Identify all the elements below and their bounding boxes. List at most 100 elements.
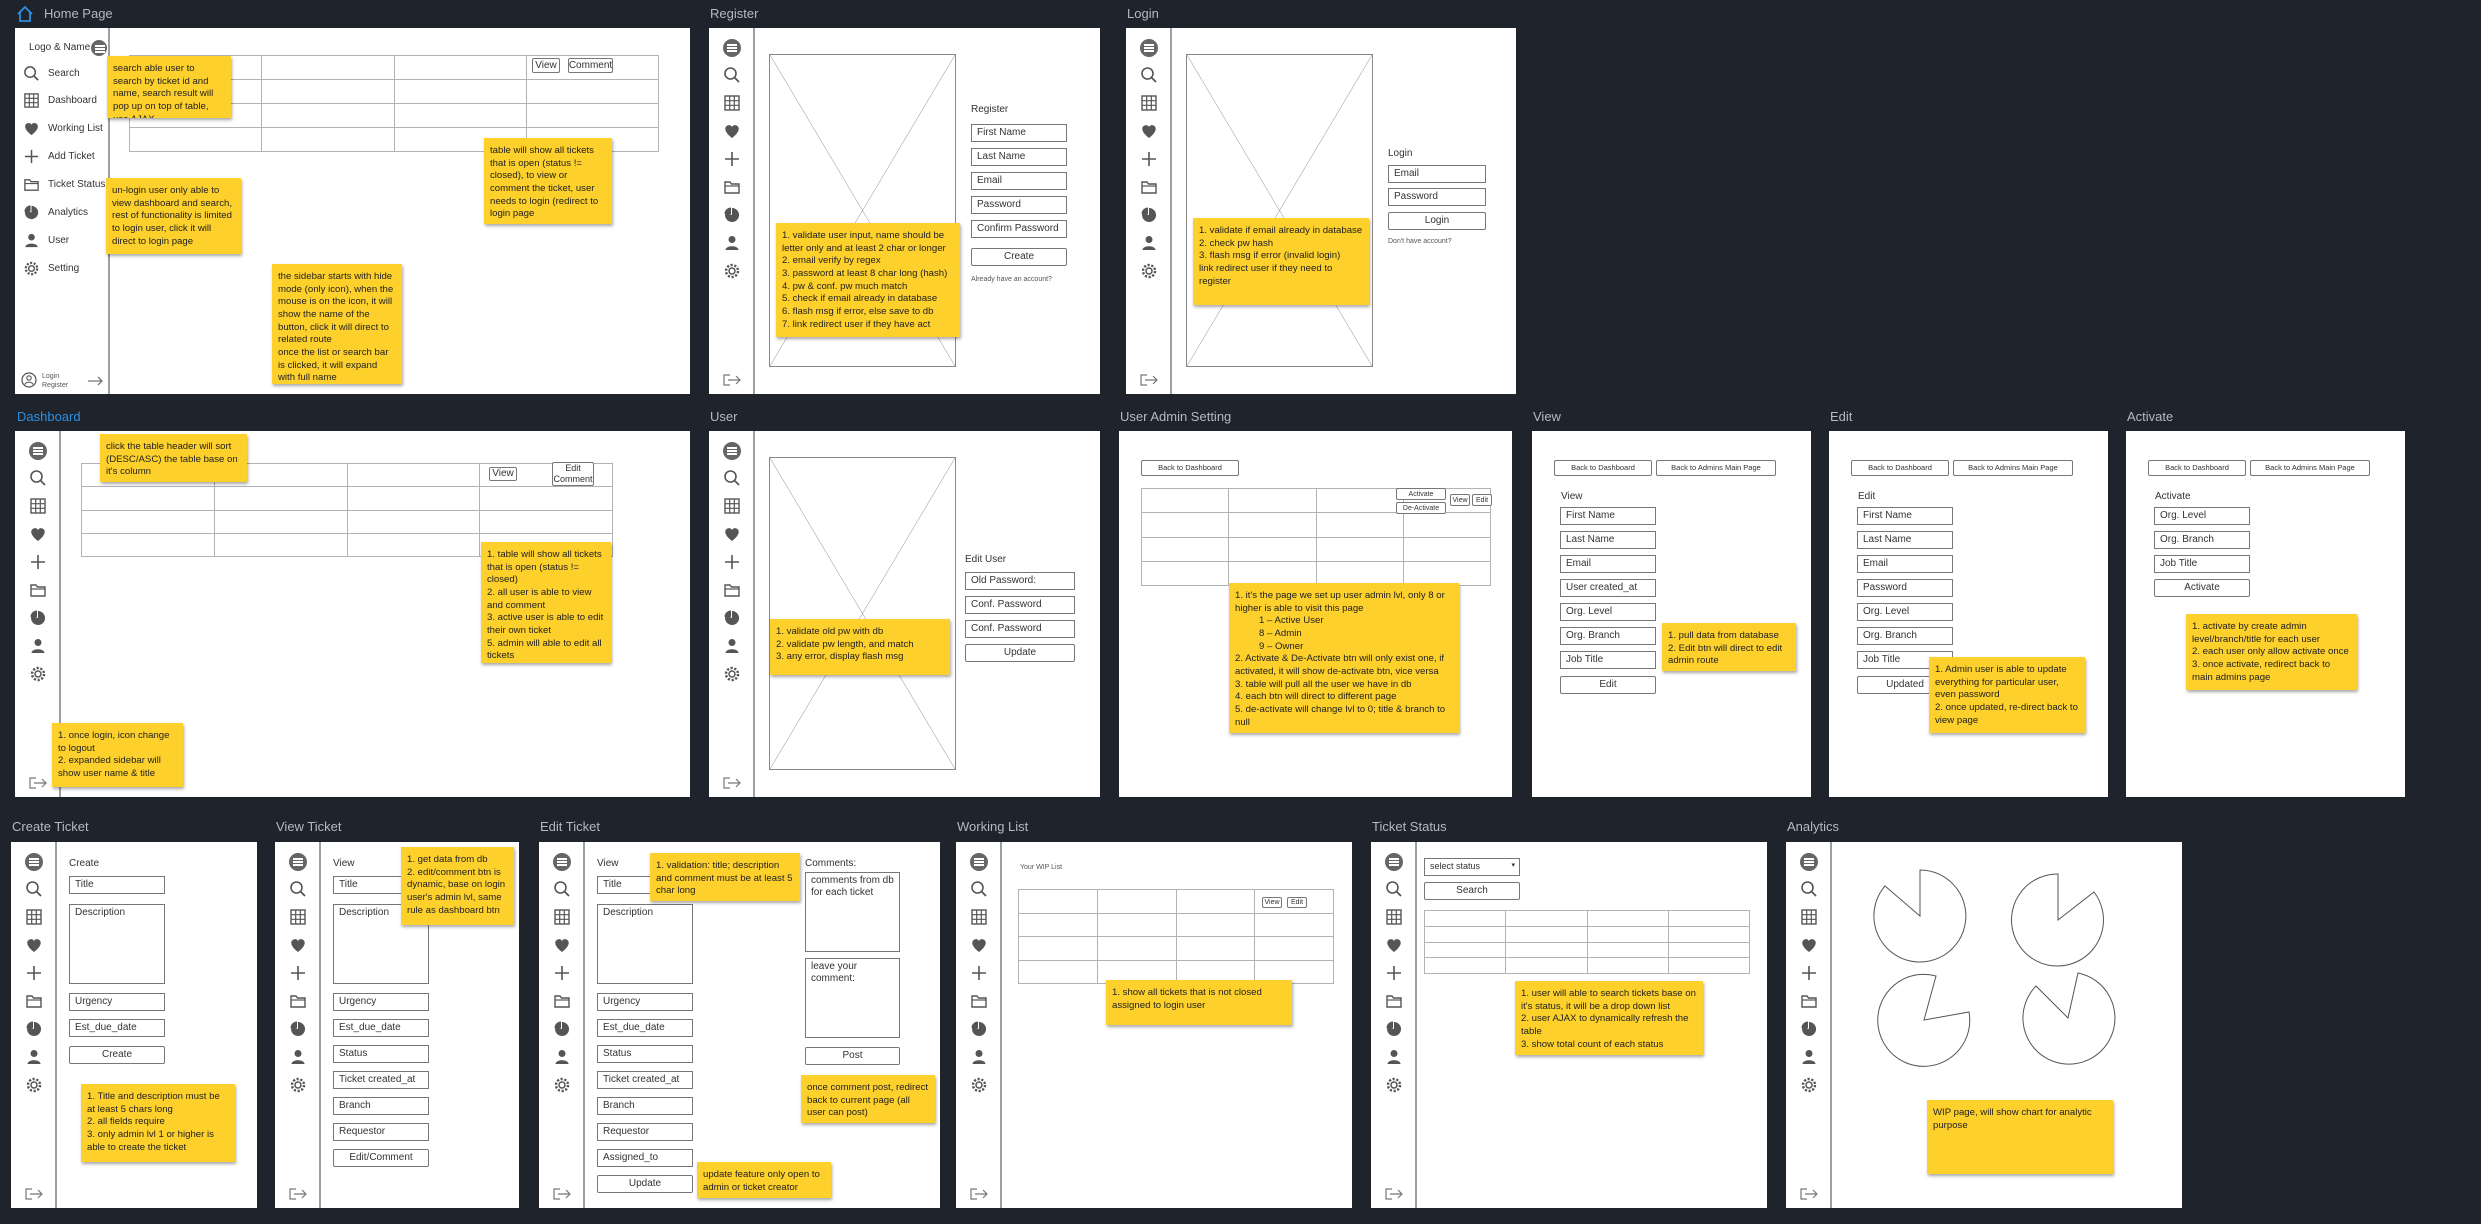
create-button[interactable]: Create — [69, 1046, 165, 1064]
update-button[interactable]: Update — [965, 644, 1075, 662]
menu-icon[interactable] — [25, 853, 43, 871]
login-user-icon[interactable] — [21, 372, 37, 388]
org-branch-field[interactable]: Org. Branch — [2154, 531, 2250, 549]
edit-comment-button[interactable]: Edit/Comment — [333, 1149, 429, 1167]
description-field[interactable]: Description — [69, 904, 165, 984]
search-icon[interactable] — [1140, 66, 1158, 84]
gear-icon[interactable] — [723, 262, 741, 280]
view-button[interactable]: View — [1262, 897, 1282, 908]
heart-icon[interactable] — [1385, 936, 1403, 954]
urgency-field[interactable]: Urgency — [69, 993, 165, 1011]
grid-icon[interactable] — [723, 94, 741, 112]
user-icon[interactable] — [1800, 1048, 1818, 1066]
search-icon[interactable] — [1385, 880, 1403, 898]
conf-password-field[interactable]: Conf. Password — [965, 596, 1075, 614]
pie-icon[interactable] — [1800, 1020, 1818, 1038]
grid-icon[interactable] — [29, 497, 47, 515]
folder-icon[interactable] — [1800, 992, 1818, 1010]
sidebar-item-analytics[interactable]: Analytics — [23, 204, 88, 221]
grid-icon[interactable] — [289, 908, 307, 926]
user-icon[interactable] — [1140, 234, 1158, 252]
password-field[interactable]: Password — [971, 196, 1067, 214]
plus-icon[interactable] — [723, 150, 741, 168]
sidebar-item-user[interactable]: User — [23, 232, 69, 249]
org-branch-field[interactable]: Org. Branch — [1857, 627, 1953, 645]
pie-icon[interactable] — [723, 206, 741, 224]
sidebar-item-setting[interactable]: Setting — [23, 260, 79, 277]
heart-icon[interactable] — [25, 936, 43, 954]
org-level-field[interactable]: Org. Level — [1857, 603, 1953, 621]
login-link[interactable]: Login — [42, 373, 59, 380]
plus-icon[interactable] — [1140, 150, 1158, 168]
pie-icon[interactable] — [25, 1020, 43, 1038]
folder-icon[interactable] — [29, 581, 47, 599]
menu-icon[interactable] — [723, 442, 741, 460]
search-button[interactable]: Search — [1424, 882, 1520, 900]
title-field[interactable]: Title — [69, 876, 165, 894]
email-field[interactable]: Email — [1388, 165, 1486, 183]
first-name-field[interactable]: First Name — [971, 124, 1067, 142]
heart-icon[interactable] — [29, 525, 47, 543]
email-field[interactable]: Email — [1857, 555, 1953, 573]
user-icon[interactable] — [29, 637, 47, 655]
logout-icon[interactable] — [1384, 1186, 1404, 1202]
user-icon[interactable] — [723, 637, 741, 655]
deactivate-button[interactable]: De-Activate — [1396, 502, 1446, 514]
register-link[interactable]: Register — [42, 382, 68, 389]
edit-button[interactable]: Edit — [1472, 494, 1492, 506]
org-level-field[interactable]: Org. Level — [2154, 507, 2250, 525]
logout-icon[interactable] — [1139, 372, 1159, 388]
plus-icon[interactable] — [1385, 964, 1403, 982]
user-icon[interactable] — [553, 1048, 571, 1066]
folder-icon[interactable] — [1385, 992, 1403, 1010]
leave-comment-field[interactable]: leave your comment: — [805, 958, 900, 1038]
search-icon[interactable] — [25, 880, 43, 898]
pie-icon[interactable] — [970, 1020, 988, 1038]
back-to-admins-button[interactable]: Back to Admins Main Page — [1656, 460, 1776, 476]
register-redirect-link[interactable]: Don't have account? — [1388, 238, 1452, 245]
user-icon[interactable] — [289, 1048, 307, 1066]
created-at-field[interactable]: Ticket created_at — [597, 1071, 693, 1089]
heart-icon[interactable] — [723, 525, 741, 543]
logout-icon[interactable] — [722, 775, 742, 791]
conf-password-field-2[interactable]: Conf. Password — [965, 620, 1075, 638]
folder-icon[interactable] — [1140, 178, 1158, 196]
plus-icon[interactable] — [29, 553, 47, 571]
menu-icon[interactable] — [1140, 39, 1158, 57]
folder-icon[interactable] — [970, 992, 988, 1010]
job-title-field[interactable]: Job Title — [2154, 555, 2250, 573]
heart-icon[interactable] — [1140, 122, 1158, 140]
logout-icon[interactable] — [28, 775, 48, 791]
due-date-field[interactable]: Est_due_date — [597, 1019, 693, 1037]
logout-icon[interactable] — [722, 372, 742, 388]
activate-button[interactable]: Activate — [1396, 488, 1446, 500]
comment-button[interactable]: Comment — [568, 58, 613, 73]
heart-icon[interactable] — [970, 936, 988, 954]
pie-icon[interactable] — [1140, 206, 1158, 224]
grid-icon[interactable] — [970, 908, 988, 926]
search-icon[interactable] — [29, 469, 47, 487]
plus-icon[interactable] — [723, 553, 741, 571]
menu-icon[interactable] — [91, 40, 107, 56]
plus-icon[interactable] — [1800, 964, 1818, 982]
folder-icon[interactable] — [553, 992, 571, 1010]
menu-icon[interactable] — [970, 853, 988, 871]
branch-field[interactable]: Branch — [597, 1097, 693, 1115]
login-arrow-icon[interactable] — [87, 374, 105, 388]
old-password-field[interactable]: Old Password: — [965, 572, 1075, 590]
grid-icon[interactable] — [553, 908, 571, 926]
menu-icon[interactable] — [553, 853, 571, 871]
back-to-dashboard-button[interactable]: Back to Dashboard — [1554, 460, 1652, 476]
sidebar-item-search[interactable]: Search — [23, 65, 80, 82]
folder-icon[interactable] — [289, 992, 307, 1010]
last-name-field[interactable]: Last Name — [971, 148, 1067, 166]
gear-icon[interactable] — [29, 665, 47, 683]
requestor-field[interactable]: Requestor — [597, 1123, 693, 1141]
gear-icon[interactable] — [1385, 1076, 1403, 1094]
back-to-dashboard-button[interactable]: Back to Dashboard — [2148, 460, 2246, 476]
heart-icon[interactable] — [289, 936, 307, 954]
pie-icon[interactable] — [723, 609, 741, 627]
user-icon[interactable] — [970, 1048, 988, 1066]
plus-icon[interactable] — [970, 964, 988, 982]
back-to-dashboard-button[interactable]: Back to Dashboard — [1851, 460, 1949, 476]
